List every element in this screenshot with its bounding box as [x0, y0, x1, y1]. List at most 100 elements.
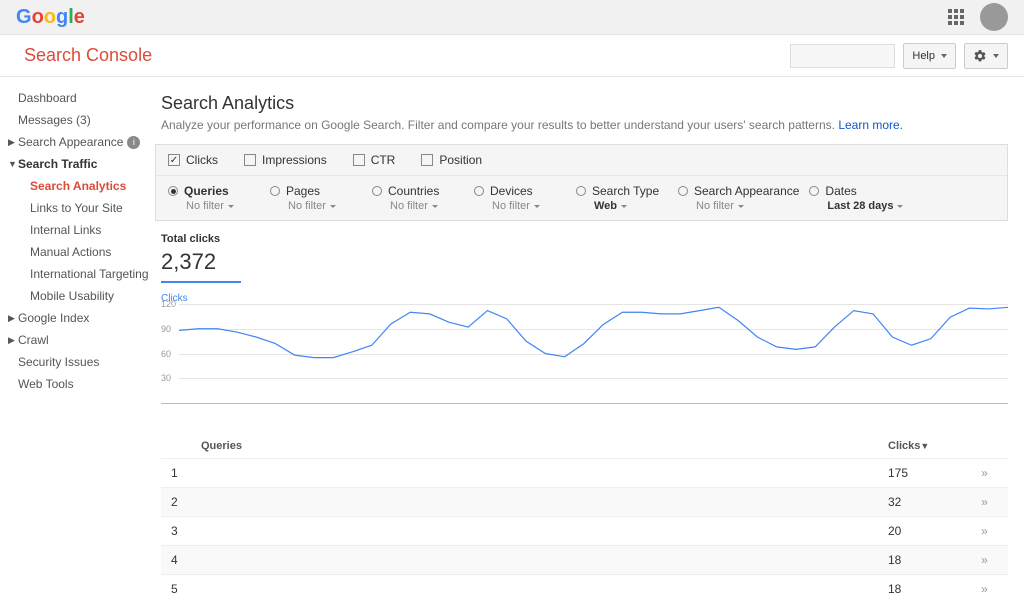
- sidebar-item-search-appearance[interactable]: ▶Search Appearancei: [18, 131, 155, 153]
- dimension-filter[interactable]: No filter: [186, 200, 260, 212]
- row-clicks: 175: [888, 466, 968, 480]
- dimension-pages[interactable]: PagesNo filter: [270, 184, 362, 212]
- chevron-down-icon: [228, 205, 234, 208]
- sidebar-item-web-tools[interactable]: Web Tools: [18, 373, 155, 395]
- page-description: Analyze your performance on Google Searc…: [161, 118, 1008, 132]
- chevron-right-icon: ▶: [8, 313, 18, 324]
- sidebar-item-security-issues[interactable]: Security Issues: [18, 351, 155, 373]
- dimension-search-type[interactable]: Search TypeWeb: [576, 184, 668, 212]
- sidebar-item-google-index[interactable]: ▶Google Index: [18, 307, 155, 329]
- y-tick: 90: [161, 324, 171, 334]
- summary: Total clicks 2,372: [155, 221, 1008, 289]
- dimension-filter[interactable]: No filter: [696, 200, 799, 212]
- dimension-devices[interactable]: DevicesNo filter: [474, 184, 566, 212]
- chevron-down-icon: [993, 54, 999, 58]
- table-header: Queries Clicks▼: [161, 434, 1008, 458]
- sidebar-item-search-traffic[interactable]: ▼Search Traffic: [18, 153, 155, 175]
- col-queries[interactable]: Queries: [201, 440, 888, 452]
- learn-more-link[interactable]: Learn more.: [838, 118, 903, 132]
- row-query: [201, 524, 888, 538]
- table-row[interactable]: 232»: [161, 487, 1008, 516]
- help-button[interactable]: Help: [903, 43, 956, 69]
- dimension-countries[interactable]: CountriesNo filter: [372, 184, 464, 212]
- checkbox-icon: [421, 154, 433, 166]
- row-clicks: 18: [888, 553, 968, 567]
- metric-impressions[interactable]: Impressions: [244, 153, 327, 167]
- search-input[interactable]: [790, 44, 895, 68]
- expand-icon[interactable]: »: [981, 466, 985, 480]
- sidebar-item-label: Search Appearance: [18, 135, 123, 149]
- row-index: 1: [171, 466, 201, 480]
- checkbox-icon: [353, 154, 365, 166]
- table-row[interactable]: 518»: [161, 574, 1008, 603]
- metric-ctr[interactable]: CTR: [353, 153, 396, 167]
- y-tick: 30: [161, 373, 171, 383]
- product-title[interactable]: Search Console: [24, 45, 152, 66]
- expand-icon[interactable]: »: [981, 495, 985, 509]
- dimension-dates[interactable]: DatesLast 28 days: [809, 184, 903, 212]
- sidebar-item-dashboard[interactable]: Dashboard: [18, 87, 155, 109]
- dimension-filter[interactable]: No filter: [390, 200, 464, 212]
- sidebar-item-crawl[interactable]: ▶Crawl: [18, 329, 155, 351]
- sidebar-item-search-analytics[interactable]: Search Analytics: [30, 175, 155, 197]
- sidebar-item-label: International Targeting: [30, 267, 149, 281]
- row-clicks: 32: [888, 495, 968, 509]
- metric-clicks[interactable]: Clicks: [168, 153, 218, 167]
- sidebar-item-label: Crawl: [18, 333, 49, 347]
- sidebar-item-messages-3-[interactable]: Messages (3): [18, 109, 155, 131]
- avatar[interactable]: [980, 3, 1008, 31]
- row-index: 5: [171, 582, 201, 596]
- chevron-right-icon: ▶: [8, 335, 18, 346]
- dimension-queries[interactable]: QueriesNo filter: [168, 184, 260, 212]
- sidebar-item-international-targeting[interactable]: International Targeting: [30, 263, 155, 285]
- google-logo[interactable]: Google: [16, 6, 85, 29]
- chevron-down-icon: [432, 205, 438, 208]
- sidebar-item-mobile-usability[interactable]: Mobile Usability: [30, 285, 155, 307]
- radio-icon: [474, 186, 484, 196]
- dimension-filter[interactable]: No filter: [288, 200, 362, 212]
- chevron-down-icon: [621, 205, 627, 208]
- chart: Clicks 306090120: [161, 293, 1008, 404]
- dimension-filter[interactable]: Last 28 days: [827, 200, 903, 212]
- dimension-filter[interactable]: Web: [594, 200, 668, 212]
- sidebar-item-label: Links to Your Site: [30, 201, 123, 215]
- sidebar-item-manual-actions[interactable]: Manual Actions: [30, 241, 155, 263]
- sidebar-item-links-to-your-site[interactable]: Links to Your Site: [30, 197, 155, 219]
- page-title: Search Analytics: [161, 93, 1008, 114]
- sidebar-item-label: Internal Links: [30, 223, 101, 237]
- line-chart: [179, 304, 1008, 403]
- chevron-down-icon: ▼: [8, 159, 18, 169]
- dimension-filter[interactable]: No filter: [492, 200, 566, 212]
- header-bar: Search Console Help: [0, 35, 1024, 77]
- expand-icon[interactable]: »: [981, 582, 985, 596]
- top-bar: Google: [0, 0, 1024, 35]
- radio-icon: [168, 186, 178, 196]
- chevron-down-icon: [738, 205, 744, 208]
- table-row[interactable]: 320»: [161, 516, 1008, 545]
- table-row[interactable]: 1 175 »: [161, 458, 1008, 487]
- sort-desc-icon: ▼: [920, 441, 929, 451]
- table-row[interactable]: 418»: [161, 545, 1008, 574]
- radio-icon: [809, 186, 819, 196]
- sidebar-item-internal-links[interactable]: Internal Links: [30, 219, 155, 241]
- checkbox-icon: [168, 154, 180, 166]
- summary-value: 2,372: [161, 245, 1002, 279]
- chart-legend: Clicks: [161, 293, 1008, 304]
- filter-controls: Clicks Impressions CTR Position QueriesNo f…: [155, 144, 1008, 221]
- radio-icon: [678, 186, 688, 196]
- chevron-down-icon: [534, 205, 540, 208]
- apps-icon[interactable]: [948, 9, 964, 25]
- row-query: [201, 582, 888, 596]
- y-tick: 60: [161, 349, 171, 359]
- chevron-down-icon: [897, 205, 903, 208]
- col-clicks[interactable]: Clicks▼: [888, 440, 968, 452]
- expand-icon[interactable]: »: [981, 553, 985, 567]
- settings-button[interactable]: [964, 43, 1008, 69]
- row-query: [201, 495, 888, 509]
- summary-label: Total clicks: [161, 233, 1002, 245]
- gear-icon: [973, 49, 987, 63]
- metric-position[interactable]: Position: [421, 153, 482, 167]
- sidebar-item-label: Messages (3): [18, 113, 91, 127]
- dimension-search-appearance[interactable]: Search AppearanceNo filter: [678, 184, 799, 212]
- expand-icon[interactable]: »: [981, 524, 985, 538]
